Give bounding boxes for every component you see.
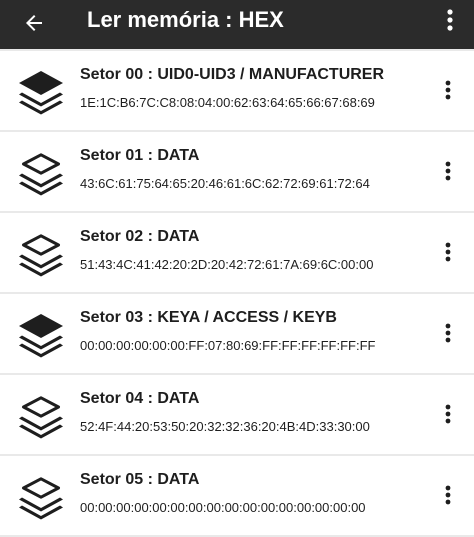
app-bar: Ler memória : HEX xyxy=(0,0,474,49)
sector-title: Setor 01 : DATA xyxy=(80,147,200,164)
page-title: Ler memória : HEX xyxy=(87,7,284,32)
sector-menu-button[interactable] xyxy=(440,77,456,103)
sector-title: Setor 04 : DATA xyxy=(80,390,200,407)
sector-row[interactable]: Setor 01 : DATA 43:6C:61:75:64:65:20:46:… xyxy=(0,132,474,211)
sector-list: Setor 00 : UID0-UID3 / MANUFACTURER 1E:1… xyxy=(0,51,474,537)
more-vert-icon xyxy=(447,9,453,31)
sector-row[interactable]: Setor 05 : DATA 00:00:00:00:00:00:00:00:… xyxy=(0,456,474,535)
more-vert-icon xyxy=(445,80,451,100)
sector-hex-data: 00:00:00:00:00:00:00:00:00:00:00:00:00:0… xyxy=(80,500,366,515)
layers-outline-icon xyxy=(19,153,63,196)
sector-menu-button[interactable] xyxy=(440,320,456,346)
layers-filled-icon xyxy=(19,71,63,115)
sector-hex-data: 51:43:4C:41:42:20:2D:20:42:72:61:7A:69:6… xyxy=(80,257,374,272)
sector-menu-button[interactable] xyxy=(440,239,456,265)
more-vert-icon xyxy=(445,323,451,343)
sector-title: Setor 05 : DATA xyxy=(80,471,200,488)
arrow-back-icon xyxy=(26,15,42,31)
sector-row[interactable]: Setor 00 : UID0-UID3 / MANUFACTURER 1E:1… xyxy=(0,51,474,130)
layers-filled-icon xyxy=(19,314,63,358)
sector-hex-data: 00:00:00:00:00:00:FF:07:80:69:FF:FF:FF:F… xyxy=(80,338,376,353)
more-vert-icon xyxy=(445,161,451,181)
sector-menu-button[interactable] xyxy=(440,482,456,508)
sector-title: Setor 00 : UID0-UID3 / MANUFACTURER xyxy=(80,66,385,83)
more-vert-icon xyxy=(445,404,451,424)
more-vert-icon xyxy=(445,485,451,505)
more-vert-icon xyxy=(445,242,451,262)
sector-menu-button[interactable] xyxy=(440,158,456,184)
sector-row[interactable]: Setor 02 : DATA 51:43:4C:41:42:20:2D:20:… xyxy=(0,213,474,292)
sector-title: Setor 02 : DATA xyxy=(80,228,200,245)
layers-outline-icon xyxy=(19,396,63,439)
sector-hex-data: 43:6C:61:75:64:65:20:46:61:6C:62:72:69:6… xyxy=(80,176,370,191)
sector-hex-data: 1E:1C:B6:7C:C8:08:04:00:62:63:64:65:66:6… xyxy=(80,95,375,110)
sector-title: Setor 03 : KEYA / ACCESS / KEYB xyxy=(80,309,337,326)
layers-outline-icon xyxy=(19,234,63,277)
sector-hex-data: 52:4F:44:20:53:50:20:32:32:36:20:4B:4D:3… xyxy=(80,419,370,434)
back-button[interactable] xyxy=(18,7,50,39)
layers-outline-icon xyxy=(19,477,63,520)
sector-menu-button[interactable] xyxy=(440,401,456,427)
sector-row[interactable]: Setor 03 : KEYA / ACCESS / KEYB 00:00:00… xyxy=(0,294,474,373)
overflow-menu-button[interactable] xyxy=(438,6,462,34)
sector-row[interactable]: Setor 04 : DATA 52:4F:44:20:53:50:20:32:… xyxy=(0,375,474,454)
